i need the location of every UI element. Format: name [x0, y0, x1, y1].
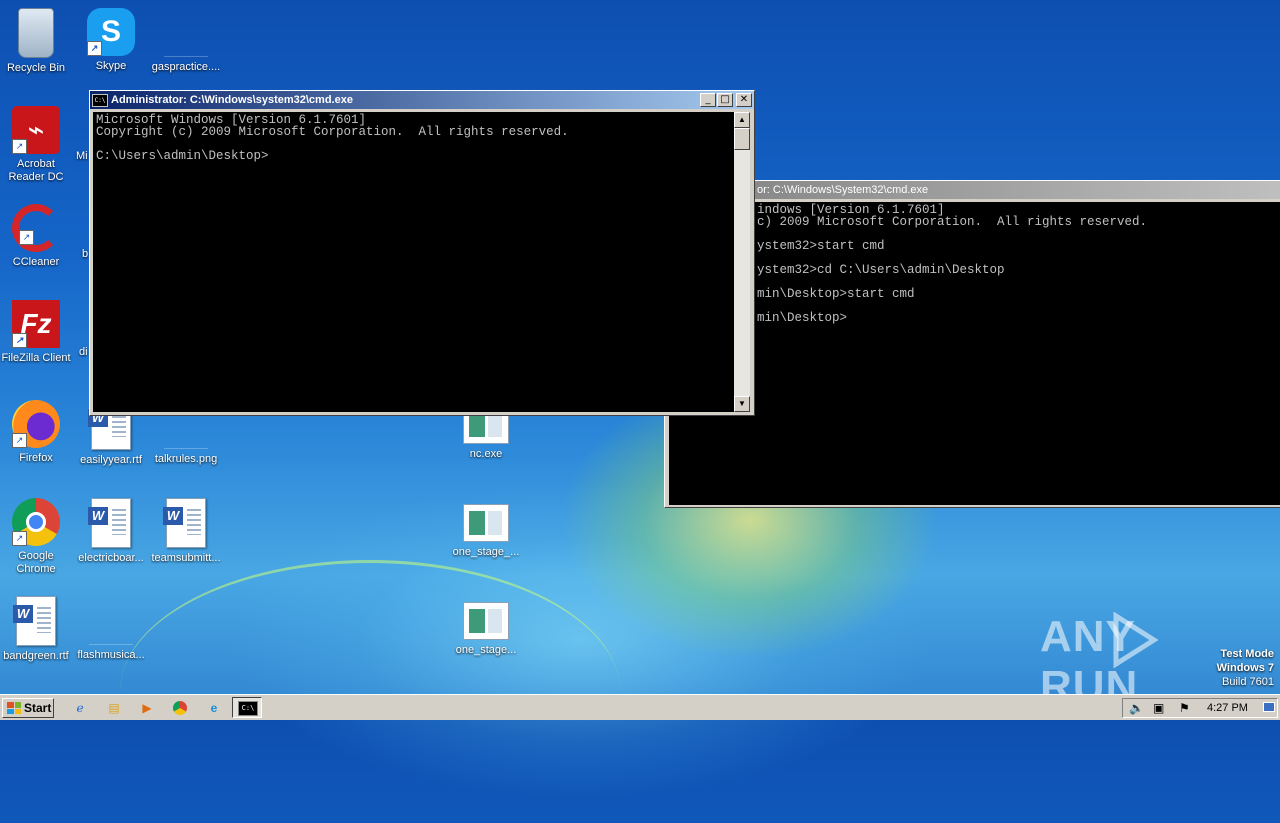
- network-icon[interactable]: ▣: [1153, 701, 1164, 715]
- chrome-icon[interactable]: [170, 699, 190, 717]
- console-line: ystem32>start cmd: [757, 239, 885, 253]
- recycle-bin-icon: [18, 8, 54, 58]
- cmd-app-icon: C:\: [238, 701, 258, 716]
- icon-label: one_stage...: [455, 644, 517, 656]
- shortcut-arrow-icon: ↗: [87, 41, 102, 56]
- file-icon: [164, 42, 208, 57]
- desktop-icon-firefox[interactable]: ↗ Firefox: [0, 400, 74, 465]
- exe-icon: [463, 602, 509, 640]
- window-title: Administrator: C:\Windows\system32\cmd.e…: [111, 94, 353, 106]
- start-label: Start: [24, 701, 52, 715]
- window-title: or: C:\Windows\System32\cmd.exe: [757, 184, 929, 196]
- desktop-icon-electricboar[interactable]: W electricboar...: [73, 498, 149, 565]
- icon-label: Firefox: [19, 452, 53, 464]
- word-doc-icon: W: [163, 498, 206, 548]
- cmd-window-front-titlebar[interactable]: C:\ Administrator: C:\Windows\system32\c…: [90, 91, 754, 109]
- console-line: Copyright (c) 2009 Microsoft Corporation…: [96, 125, 569, 139]
- desktop-icon-acrobat[interactable]: ⌁ ↗ Acrobat Reader DC: [0, 106, 74, 184]
- word-doc-icon: W: [88, 498, 131, 548]
- icon-label: nc.exe: [469, 448, 503, 460]
- cmd-window-back[interactable]: or: C:\Windows\System32\cmd.exe indows […: [664, 180, 1280, 508]
- shortcut-arrow-icon: ↗: [12, 139, 27, 154]
- wallpaper-swoosh: [120, 560, 620, 823]
- icon-label: Skype: [95, 60, 127, 72]
- start-button[interactable]: Start: [2, 698, 54, 718]
- cmd-app-icon: C:\: [92, 93, 108, 107]
- icon-label: bandgreen.rtf: [3, 650, 69, 662]
- icon-label: Recycle Bin: [6, 62, 66, 74]
- icon-label: talkrules.png: [154, 453, 218, 465]
- exe-icon: [463, 504, 509, 542]
- icon-label: Google Chrome: [16, 550, 56, 575]
- desktop-icon-one-stage-2[interactable]: one_stage...: [448, 596, 524, 657]
- cmd-window-back-titlebar[interactable]: or: C:\Windows\System32\cmd.exe: [665, 181, 1280, 199]
- edge-icon[interactable]: e: [204, 699, 224, 717]
- vertical-scrollbar[interactable]: ▲ ▼: [734, 112, 750, 412]
- show-desktop-icon[interactable]: [1263, 702, 1275, 712]
- anyrun-play-icon: [1113, 612, 1158, 668]
- test-mode-line2: Windows 7: [1216, 662, 1274, 674]
- taskbar: Start ℯ ▤ ▶ e C:\ 🔈 ▣ ⚑ 4:27 PM: [0, 694, 1280, 720]
- icon-label: gaspractice....: [151, 61, 221, 73]
- console-line: min\Desktop>: [757, 311, 848, 325]
- filezilla-icon: Fz ↗: [12, 300, 60, 348]
- icon-label: flashmusica...: [77, 649, 145, 661]
- desktop-icon-recycle-bin[interactable]: Recycle Bin: [0, 8, 74, 75]
- image-file-icon: [164, 434, 208, 449]
- icon-label: one_stage_...: [452, 546, 520, 558]
- chrome-icon: ↗: [12, 498, 60, 546]
- skype-icon: S ↗: [87, 8, 135, 56]
- cmd-front-console[interactable]: Microsoft Windows [Version 6.1.7601] Copy…: [93, 112, 734, 412]
- flag-icon[interactable]: ⚑: [1179, 701, 1190, 715]
- scroll-down-button[interactable]: ▼: [734, 396, 750, 412]
- desktop-icon-one-stage-1[interactable]: one_stage_...: [448, 498, 524, 559]
- clock[interactable]: 4:27 PM: [1207, 702, 1248, 714]
- firefox-icon: ↗: [12, 400, 60, 448]
- maximize-button[interactable]: □: [717, 93, 733, 107]
- file-icon: [89, 630, 133, 645]
- desktop-icon-chrome[interactable]: ↗ Google Chrome: [0, 498, 74, 576]
- shortcut-arrow-icon: ↗: [12, 433, 27, 448]
- explorer-icon[interactable]: ▤: [104, 699, 124, 717]
- system-tray: 🔈 ▣ ⚑ 4:27 PM: [1122, 698, 1278, 718]
- ccleaner-icon: ↗: [12, 204, 60, 252]
- windows-logo-icon: [7, 702, 21, 714]
- acrobat-icon: ⌁ ↗: [12, 106, 60, 154]
- console-line: C:\Users\admin\Desktop>: [96, 149, 269, 163]
- console-line: c) 2009 Microsoft Corporation. All right…: [757, 215, 1148, 229]
- console-line: min\Desktop>start cmd: [757, 287, 915, 301]
- desktop-icon-flashmusica[interactable]: flashmusica...: [73, 596, 149, 662]
- scroll-thumb[interactable]: [734, 128, 750, 150]
- taskbar-cmd-button[interactable]: C:\: [232, 697, 262, 718]
- desktop-icon-teamsubmitt[interactable]: W teamsubmitt...: [148, 498, 224, 565]
- scroll-up-button[interactable]: ▲: [734, 112, 750, 128]
- desktop-icon-skype[interactable]: S ↗ Skype: [73, 8, 149, 73]
- shortcut-arrow-icon: ↗: [19, 230, 34, 245]
- ie-icon[interactable]: ℯ: [70, 699, 90, 717]
- test-mode-notice: Test Mode Windows 7 Build 7601: [1217, 647, 1274, 689]
- word-doc-icon: W: [13, 596, 56, 646]
- test-mode-line1: Test Mode: [1220, 648, 1274, 660]
- shortcut-arrow-icon: ↗: [12, 531, 27, 546]
- cmd-back-console[interactable]: indows [Version 6.1.7601] c) 2009 Microso…: [669, 202, 1280, 505]
- minimize-button[interactable]: _: [700, 93, 716, 107]
- icon-label: electricboar...: [78, 552, 144, 564]
- console-line: ystem32>cd C:\Users\admin\Desktop: [757, 263, 1005, 277]
- desktop-icon-gaspractice[interactable]: gaspractice....: [148, 8, 224, 74]
- shortcut-arrow-icon: ↗: [12, 333, 27, 348]
- media-player-icon[interactable]: ▶: [137, 699, 157, 717]
- desktop-icon-bandgreen[interactable]: W bandgreen.rtf: [0, 596, 74, 663]
- cmd-window-front[interactable]: C:\ Administrator: C:\Windows\system32\c…: [89, 90, 755, 416]
- volume-icon[interactable]: 🔈: [1129, 701, 1144, 715]
- test-mode-line3: Build 7601: [1222, 676, 1274, 688]
- close-button[interactable]: ✕: [736, 93, 752, 107]
- icon-label: teamsubmitt...: [151, 552, 221, 564]
- icon-label: easilyyear.rtf: [80, 454, 142, 466]
